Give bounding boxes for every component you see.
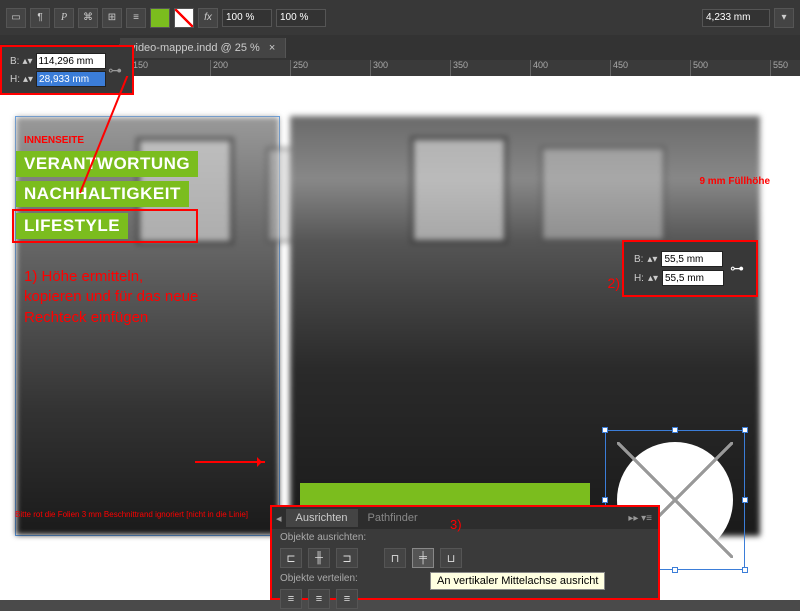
height-input-2[interactable] [662,270,724,286]
label-nachhaltigkeit: NACHHALTIGKEIT [16,181,189,207]
width-height-panel-1: B:▴▾ H:▴▾ ⊶ [0,45,134,95]
tab-active[interactable]: video-mappe.indd @ 25 % × [120,38,286,58]
distribute-icons-row: ≡ ≡ ≡ [272,587,658,611]
panel-tabs: ◂ Ausrichten Pathfinder ▸▸ ▾≡ [272,507,658,529]
panel-collapse-icon[interactable]: ◂ [272,512,286,525]
annotation-arrow-2 [195,461,265,463]
bottom-note: Bitte rot die Folien 3 mm Beschnittrand … [15,510,248,520]
handle-bot-right[interactable] [742,567,748,573]
h-label: H: [10,74,20,85]
handle-mid-right[interactable] [742,497,748,503]
distribute-bottom-icon[interactable]: ≡ [336,589,358,609]
page-left: INNENSEITE VERANTWORTUNG NACHHALTIGKEIT … [15,116,280,536]
width-input[interactable] [36,53,106,69]
b-label: B: [634,254,643,265]
align-icons-row: ⊏ ╫ ⊐ ⊓ ╪ ⊔ [272,546,658,570]
handle-top-left[interactable] [602,427,608,433]
top-toolbar: ▭ ¶ P ⌘ ⊞ ≡ fx ▾ [0,0,800,35]
tool-grid-icon[interactable]: ⊞ [102,8,122,28]
align-bottom-icon[interactable]: ⊔ [440,548,462,568]
handle-mid-left[interactable] [602,497,608,503]
annotation-arrow-1 [80,192,82,194]
tooltip: An vertikaler Mittelachse ausricht [430,572,605,590]
fill-swatch-icon[interactable] [150,8,170,28]
align-right-icon[interactable]: ⊐ [336,548,358,568]
tool-group-a-icon[interactable]: ▭ [6,8,26,28]
label-lifestyle: LIFESTYLE [16,213,128,239]
height-input[interactable] [36,71,106,87]
paragraph-icon[interactable]: ¶ [30,8,50,28]
handle-top-right[interactable] [742,427,748,433]
constrain-proportions-icon[interactable]: ⊶ [728,254,746,284]
align-top-icon[interactable]: ⊓ [384,548,406,568]
stepper-icon[interactable]: ▴▾ [23,74,33,85]
instruction-text-1: 1) Höhe ermitteln, kopieren und für das … [24,267,204,328]
fx-icon[interactable]: fx [198,8,218,28]
tab-pathfinder[interactable]: Pathfinder [358,509,428,527]
h-label: H: [634,273,644,284]
width-input-2[interactable] [661,251,723,267]
handle-bot-mid[interactable] [672,567,678,573]
panel-arrows-icon[interactable]: ▸▸ ▾≡ [622,513,658,524]
stepper-icon[interactable]: ▴▾ [22,56,32,67]
innenseite-label: INNENSEITE [24,135,84,146]
handle-top-mid[interactable] [672,427,678,433]
align-vcenter-icon[interactable]: ╪ [412,548,434,568]
scale-x-input[interactable] [222,9,272,27]
chevron-down-icon[interactable]: ▾ [774,8,794,28]
constrain-proportions-icon[interactable]: ⊶ [106,56,124,84]
width-height-panel-2: B:▴▾ H:▴▾ ⊶ [622,240,758,297]
stepper-icon[interactable]: ▴▾ [647,254,657,265]
horizontal-ruler: 150200250300350400450500550600650700750 [130,60,800,76]
b-label: B: [10,56,19,67]
scale-y-input[interactable] [276,9,326,27]
distribute-vcenter-icon[interactable]: ≡ [308,589,330,609]
tool-align-icon[interactable]: ≡ [126,8,146,28]
tab-label: video-mappe.indd @ 25 % [130,42,260,54]
fullhohe-label: 9 mm Füllhöhe [699,176,770,187]
align-hcenter-icon[interactable]: ╫ [308,548,330,568]
align-left-icon[interactable]: ⊏ [280,548,302,568]
stepper-icon[interactable]: ▴▾ [648,273,658,284]
label-verantwortung: VERANTWORTUNG [16,151,198,177]
distribute-top-icon[interactable]: ≡ [280,589,302,609]
label-stack: VERANTWORTUNG NACHHALTIGKEIT LIFESTYLE [16,149,198,243]
annotation-number-2: 2) [608,275,620,291]
tool-link-icon[interactable]: ⌘ [78,8,98,28]
tab-ausrichten[interactable]: Ausrichten [286,509,358,527]
stroke-swatch-icon[interactable] [174,8,194,28]
tool-p-icon[interactable]: P [54,8,74,28]
align-section-label: Objekte ausrichten: [272,529,658,546]
close-icon[interactable]: × [269,42,275,54]
stroke-weight-input[interactable] [702,9,770,27]
annotation-number-3: 3) [450,517,462,532]
